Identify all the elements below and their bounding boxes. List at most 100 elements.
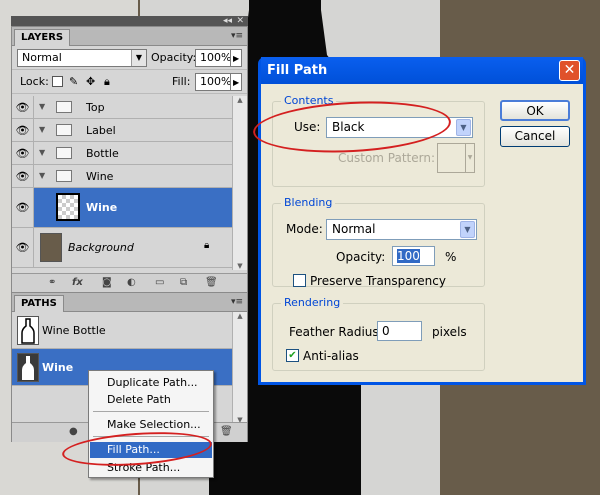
opacity-arrow-button[interactable]: ▶ <box>230 49 242 67</box>
opacity-value: 100 <box>397 249 420 263</box>
fill-arrow-button[interactable]: ▶ <box>230 73 242 91</box>
menu-item-delete-path[interactable]: Delete Path <box>90 392 212 408</box>
feather-radius-value: 0 <box>382 324 390 338</box>
layers-panel: LAYERS ▾≡ Normal ▼ Opacity: 100% ▶ Lock:… <box>11 26 248 294</box>
mode-value: Normal <box>332 222 376 236</box>
scroll-up-icon[interactable]: ▲ <box>233 312 247 320</box>
path-name: Wine <box>42 361 74 374</box>
fx-icon[interactable]: fx <box>72 277 83 288</box>
layers-scrollbar[interactable]: ▲ ▼ <box>232 96 247 270</box>
panel-menu-icon[interactable]: ▾≡ <box>231 31 243 41</box>
custom-pattern-label: Custom Pattern: <box>338 151 436 165</box>
rendering-group: Rendering Feather Radius: 0 pixels ✔ Ant… <box>272 296 485 371</box>
trash-icon[interactable]: 🗑︎ <box>220 426 233 437</box>
eye-icon[interactable]: 👁︎ <box>12 142 34 164</box>
menu-item-duplicate-path[interactable]: Duplicate Path... <box>90 375 212 391</box>
mask-icon[interactable]: ◙ <box>102 277 112 288</box>
preserve-transparency-label: Preserve Transparency <box>310 274 446 288</box>
path-name: Wine Bottle <box>42 324 106 337</box>
lock-label: Lock: <box>20 75 49 88</box>
tab-paths[interactable]: PATHS <box>14 295 64 312</box>
dialog-titlebar[interactable]: Fill Path ✕ <box>261 57 583 84</box>
layer-fill-field[interactable]: 100% <box>195 73 231 91</box>
eye-icon[interactable]: 👁︎ <box>12 188 34 227</box>
layer-row-wine-group[interactable]: 👁︎ ▼ Wine <box>12 165 233 188</box>
eye-icon[interactable]: 👁︎ <box>12 119 34 141</box>
cancel-button[interactable]: Cancel <box>500 126 570 147</box>
opacity-label: Opacity: <box>151 51 197 64</box>
anti-alias-checkbox[interactable]: ✔ <box>286 349 299 362</box>
layer-name: Bottle <box>86 147 119 160</box>
fill-path-icon[interactable]: ● <box>69 426 78 437</box>
mode-select[interactable]: Normal ▼ <box>326 219 477 240</box>
folder-icon <box>56 170 72 182</box>
chevron-down-icon: ▼ <box>456 119 471 136</box>
link-icon[interactable]: ⚭ <box>48 277 56 288</box>
new-group-icon[interactable]: ▭ <box>155 277 164 288</box>
lock-row: Lock: ✎ ✥ 🔒︎ Fill: 100% ▶ <box>12 70 247 94</box>
layer-row-bottle[interactable]: 👁︎ ▼ Bottle <box>12 142 233 165</box>
layer-name: Wine <box>86 170 114 183</box>
chevron-down-icon: ▼ <box>460 221 475 238</box>
layers-tabbar: LAYERS ▾≡ <box>12 27 247 46</box>
opacity-unit: % <box>445 250 457 264</box>
layer-opacity-field[interactable]: 100% <box>195 49 231 67</box>
ok-button[interactable]: OK <box>500 100 570 121</box>
layer-row-top[interactable]: 👁︎ ▼ Top <box>12 96 233 119</box>
layers-bottom-toolbar: ⚭ fx ◙ ◐ ▭ ⧉ 🗑︎ <box>12 273 247 293</box>
adjustment-icon[interactable]: ◐ <box>127 277 136 288</box>
expand-triangle-icon[interactable]: ▼ <box>39 171 45 180</box>
eye-icon[interactable]: 👁︎ <box>12 96 34 118</box>
folder-icon <box>56 124 72 136</box>
feather-radius-field[interactable]: 0 <box>377 321 422 341</box>
expand-triangle-icon[interactable]: ▼ <box>39 148 45 157</box>
menu-separator <box>93 411 209 412</box>
path-thumbnail <box>17 316 39 345</box>
preserve-transparency-checkbox[interactable] <box>293 274 306 287</box>
lock-all-icon[interactable]: 🔒︎ <box>104 74 110 90</box>
layers-blend-row: Normal ▼ Opacity: 100% ▶ <box>12 46 247 70</box>
new-layer-icon[interactable]: ⧉ <box>180 277 187 288</box>
close-icon[interactable]: ✕ <box>559 60 580 81</box>
layer-name: Top <box>86 101 105 114</box>
layer-row-wine[interactable]: 👁︎ Wine <box>12 188 233 228</box>
layer-name: Wine <box>86 201 118 214</box>
folder-icon <box>56 101 72 113</box>
layer-opacity-value: 100% <box>200 51 232 64</box>
layer-name: Label <box>86 124 116 137</box>
folder-icon <box>56 147 72 159</box>
layer-thumbnail <box>56 193 80 221</box>
eye-icon[interactable]: 👁︎ <box>12 165 34 187</box>
layer-row-label[interactable]: 👁︎ ▼ Label <box>12 119 233 142</box>
panel-menu-icon[interactable]: ▾≡ <box>231 297 243 307</box>
eye-icon[interactable]: 👁︎ <box>12 228 34 267</box>
blend-mode-select[interactable]: Normal ▼ <box>17 49 147 67</box>
tab-layers[interactable]: LAYERS <box>14 29 71 46</box>
scroll-down-icon[interactable]: ▼ <box>233 262 247 270</box>
path-thumbnail <box>17 353 39 382</box>
layer-thumbnail <box>40 233 62 262</box>
scroll-up-icon[interactable]: ▲ <box>233 96 247 104</box>
anti-alias-label: Anti-alias <box>303 349 359 363</box>
fill-label: Fill: <box>172 75 191 88</box>
lock-brush-icon[interactable]: ✎ <box>69 74 78 90</box>
trash-icon[interactable]: 🗑︎ <box>205 277 218 288</box>
menu-item-make-selection[interactable]: Make Selection... <box>90 417 212 433</box>
path-row-wine-bottle[interactable]: Wine Bottle <box>12 312 233 349</box>
paths-tabbar: PATHS ▾≡ <box>12 293 247 312</box>
feather-radius-label: Feather Radius: <box>289 325 383 339</box>
layer-row-background[interactable]: 👁︎ Background 🔒︎ <box>12 228 233 268</box>
lock-move-icon[interactable]: ✥ <box>86 74 95 90</box>
rendering-group-label: Rendering <box>281 296 344 310</box>
blending-group-label: Blending <box>281 196 336 210</box>
blending-group: Blending Mode: Normal ▼ Opacity: 100 % P… <box>272 196 485 288</box>
lock-transparent-icon[interactable] <box>52 76 63 87</box>
custom-pattern-picker[interactable]: ▼ <box>437 143 475 173</box>
opacity-label: Opacity: <box>336 250 386 264</box>
expand-triangle-icon[interactable]: ▼ <box>39 125 45 134</box>
expand-triangle-icon[interactable]: ▼ <box>39 102 45 111</box>
opacity-field[interactable]: 100 <box>392 246 435 266</box>
chevron-down-icon: ▼ <box>131 50 146 66</box>
paths-scrollbar[interactable]: ▲ ▼ <box>232 312 247 424</box>
layer-fill-value: 100% <box>200 75 232 88</box>
